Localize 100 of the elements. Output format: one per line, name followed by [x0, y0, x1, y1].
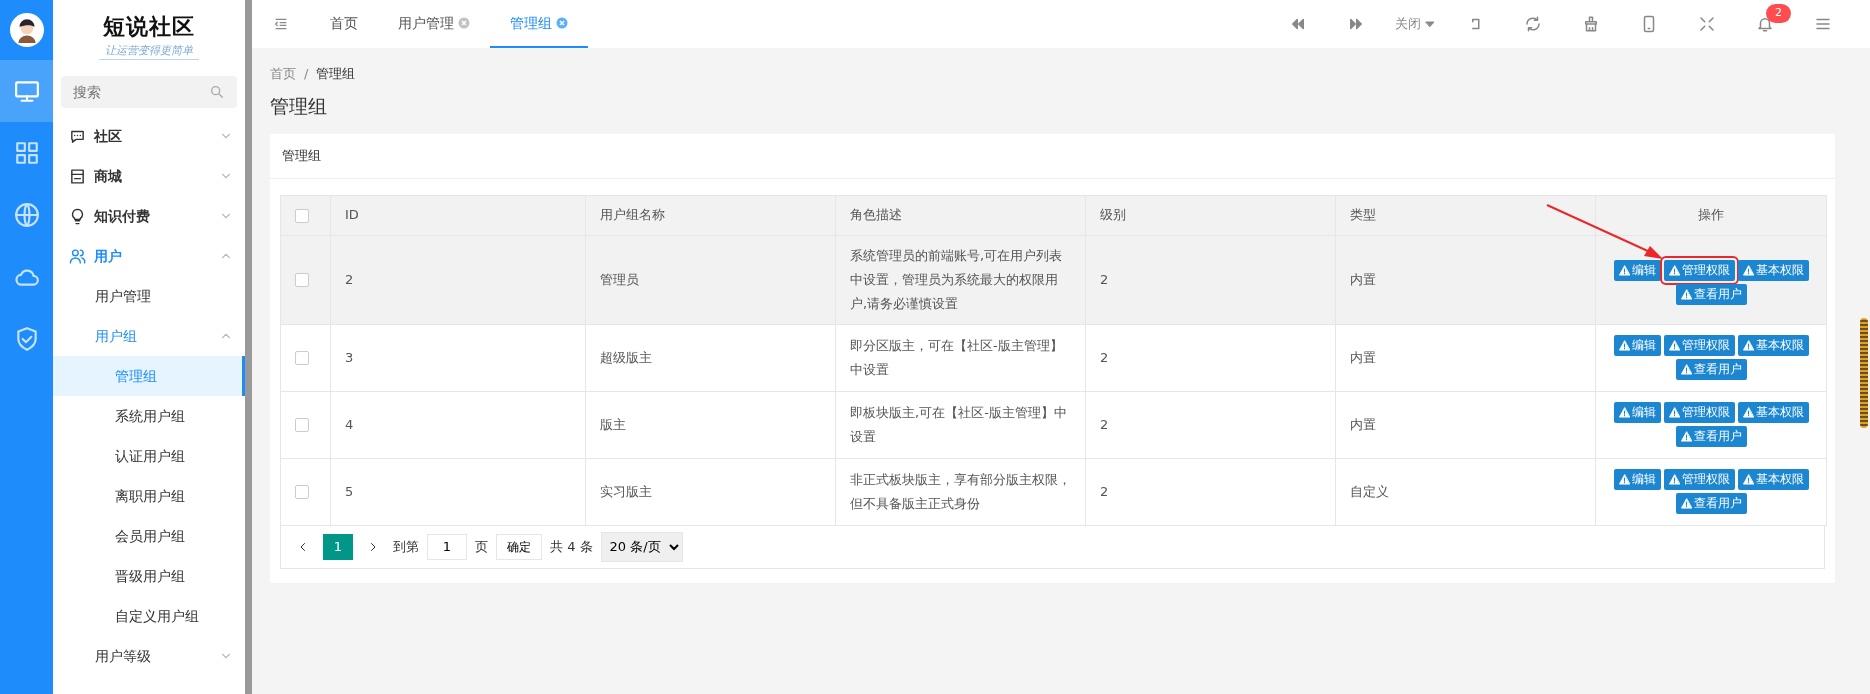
- table-cell: 自定义: [1335, 458, 1596, 525]
- table-cell: 2: [330, 235, 586, 324]
- row-checkbox[interactable]: [295, 485, 309, 499]
- menu-item[interactable]: 用户: [53, 236, 245, 276]
- table-cell: 版主: [585, 391, 836, 458]
- warning-icon: [1668, 474, 1680, 485]
- warning-icon: [1618, 340, 1630, 351]
- sidebar-scrollbar[interactable]: [245, 0, 252, 694]
- menu-item[interactable]: 知识付费: [53, 196, 245, 236]
- warning-icon: [1618, 474, 1630, 485]
- tab[interactable]: 首页: [310, 0, 378, 48]
- row-checkbox[interactable]: [295, 351, 309, 365]
- menu-item[interactable]: 用户组: [53, 316, 245, 356]
- menu-item[interactable]: 商城: [53, 156, 245, 196]
- breadcrumb-link[interactable]: 首页: [270, 64, 296, 84]
- tab[interactable]: 用户管理: [378, 0, 490, 48]
- action-button[interactable]: 编辑: [1613, 469, 1661, 490]
- page-input[interactable]: 1: [427, 533, 467, 560]
- row-checkbox[interactable]: [295, 418, 309, 432]
- warning-icon: [1668, 340, 1680, 351]
- menu-item[interactable]: 管理组: [53, 356, 245, 396]
- tab[interactable]: 管理组: [490, 0, 588, 48]
- table-cell: 实习版主: [585, 458, 836, 525]
- goto-label: 到第: [393, 537, 419, 556]
- action-button[interactable]: 查看用户: [1675, 493, 1747, 514]
- close-icon[interactable]: [556, 17, 568, 29]
- total-count: 共 4 条: [550, 537, 593, 556]
- table-cell: 2: [1085, 235, 1336, 324]
- page-size-select[interactable]: 20 条/页: [600, 531, 683, 562]
- action-button[interactable]: 查看用户: [1675, 284, 1747, 305]
- warning-icon: [1680, 498, 1692, 509]
- warning-icon: [1680, 289, 1692, 300]
- menu-item[interactable]: 系统用户组: [53, 396, 245, 436]
- page-title: 管理组: [270, 93, 328, 119]
- fullscreen-icon: [1698, 15, 1716, 33]
- logo-tagline: 让运营变得更简单: [99, 42, 199, 61]
- confirm-button[interactable]: 确定: [496, 533, 542, 560]
- column-header: 类型: [1335, 195, 1596, 235]
- store-icon: [69, 167, 86, 185]
- menu-item[interactable]: 会员用户组: [53, 516, 245, 556]
- action-button[interactable]: 编辑: [1613, 260, 1661, 281]
- avatar-icon[interactable]: [9, 13, 44, 47]
- menu-item[interactable]: 晋级用户组: [53, 556, 245, 596]
- action-button[interactable]: 基本权限: [1737, 402, 1809, 423]
- caret-down-icon: [1424, 18, 1436, 30]
- table-cell: 内置: [1335, 391, 1596, 458]
- menu-item[interactable]: 用户管理: [53, 276, 245, 316]
- bulb-icon: [69, 207, 86, 225]
- menu-item[interactable]: 用户等级: [53, 636, 245, 676]
- row-checkbox[interactable]: [295, 273, 309, 287]
- toolbar-button[interactable]: 2: [1736, 0, 1794, 48]
- menu-item[interactable]: 社区: [53, 116, 245, 156]
- page-unit-label: 页: [475, 537, 488, 556]
- action-button[interactable]: 基本权限: [1737, 260, 1809, 281]
- menu-item[interactable]: 自定义用户组: [53, 596, 245, 636]
- table-cell: 超级版主: [585, 324, 836, 391]
- table-cell: 3: [330, 324, 586, 391]
- table-cell: 管理员: [585, 235, 836, 324]
- users-icon: [69, 247, 86, 265]
- logo-title: 短说社区: [103, 12, 195, 41]
- search-icon: [209, 84, 225, 100]
- grid-icon: [13, 140, 40, 166]
- table-cell: 2: [1085, 324, 1336, 391]
- breadcrumb-separator: /: [304, 65, 309, 83]
- action-button[interactable]: 基本权限: [1737, 335, 1809, 356]
- broom-icon: [1582, 15, 1600, 33]
- menu-item[interactable]: 认证用户组: [53, 436, 245, 476]
- close-menu-dropdown[interactable]: 关闭: [1385, 0, 1446, 48]
- column-header: 操作: [1595, 195, 1827, 235]
- scrollbar-thumb[interactable]: [1860, 318, 1868, 428]
- notification-badge: 2: [1766, 4, 1791, 23]
- warning-icon: [1618, 407, 1630, 418]
- column-header: 级别: [1085, 195, 1336, 235]
- warning-icon: [1742, 407, 1754, 418]
- table-cell: 系统管理员的前端账号,可在用户列表中设置，管理员为系统最大的权限用户,请务必谨慎设置: [835, 235, 1086, 324]
- table-cell: 即板块版主,可在【社区-版主管理】中设置: [835, 391, 1086, 458]
- action-button[interactable]: 查看用户: [1675, 359, 1747, 380]
- action-button[interactable]: 管理权限: [1663, 402, 1735, 423]
- action-button[interactable]: 管理权限: [1663, 469, 1735, 490]
- warning-icon: [1680, 431, 1692, 442]
- search-field[interactable]: 搜索: [61, 76, 237, 108]
- warning-icon: [1680, 364, 1692, 375]
- monitor-icon: [13, 78, 40, 104]
- action-button[interactable]: 编辑: [1613, 335, 1661, 356]
- action-button[interactable]: 管理权限: [1663, 335, 1735, 356]
- table-cell: 2: [1085, 458, 1336, 525]
- close-icon[interactable]: [458, 17, 470, 29]
- table-cell: 5: [330, 458, 586, 525]
- page-button[interactable]: 1: [323, 533, 353, 560]
- warning-icon: [1742, 474, 1754, 485]
- column-header: ID: [330, 195, 586, 235]
- bell-icon: [1756, 15, 1774, 33]
- warning-icon: [1742, 340, 1754, 351]
- table-cell: 内置: [1335, 235, 1596, 324]
- menu-item[interactable]: 离职用户组: [53, 476, 245, 516]
- select-all-checkbox[interactable]: [295, 208, 309, 223]
- action-button[interactable]: 基本权限: [1737, 469, 1809, 490]
- warning-icon: [1668, 265, 1680, 276]
- action-button[interactable]: 查看用户: [1675, 426, 1747, 447]
- action-button[interactable]: 编辑: [1613, 402, 1661, 423]
